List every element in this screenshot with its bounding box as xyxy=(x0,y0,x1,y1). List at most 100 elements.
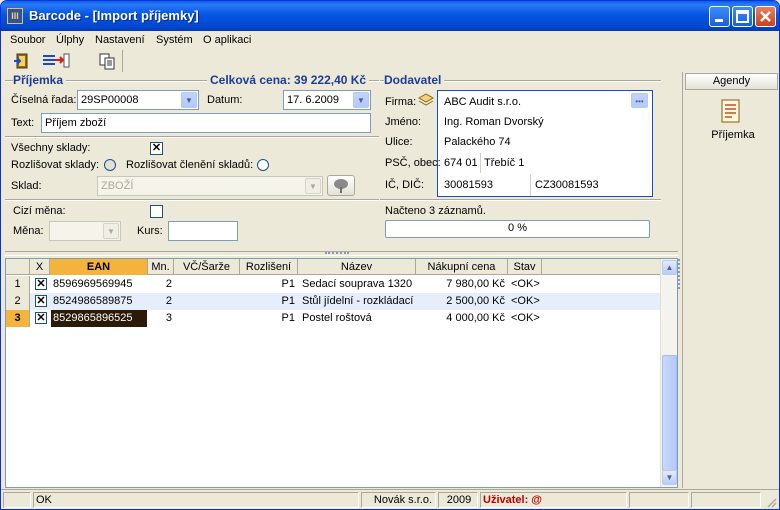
scroll-down-icon[interactable]: ▼ xyxy=(662,470,677,485)
currency-label: Měna: xyxy=(13,225,44,237)
ico-dic-label: IČ, DIČ: xyxy=(385,179,425,191)
main-window: III Barcode - [Import příjemky] Soubor Ú… xyxy=(0,0,780,510)
text-label: Text: xyxy=(11,117,35,129)
grid-col-batch[interactable]: VČ/Šarže xyxy=(174,259,240,275)
supplier-group: Dodavatel Firma: ABC Audit s.r.o. ••• Jm… xyxy=(380,73,661,199)
divider xyxy=(380,199,661,201)
row-qty: 2 xyxy=(165,278,172,290)
menu-bar: Soubor Úlphy Nastavení Systém O aplikaci xyxy=(1,31,779,49)
table-row[interactable]: 1 ✕ 8596969569945 2 P1 Sedací souprava 1… xyxy=(6,276,661,293)
date-picker[interactable]: 17. 6.2009 ▼ xyxy=(283,90,371,110)
chevron-down-icon[interactable]: ▼ xyxy=(103,223,119,239)
window-title: Barcode - [Import příjemky] xyxy=(29,8,199,23)
table-row[interactable]: 3 ✕ 8529865896525 3 P1 Postel roštová 4 … xyxy=(6,310,661,327)
warehouse-filter-button[interactable] xyxy=(327,175,355,196)
row-name: Stůl jídelní - rozkládací xyxy=(302,295,414,307)
foreign-currency-checkbox[interactable] xyxy=(150,205,163,218)
grid-col-ean[interactable]: EAN xyxy=(50,259,148,275)
scroll-thumb[interactable] xyxy=(662,355,677,471)
zip-city-label: PSČ, obec: xyxy=(385,157,441,169)
agenda-header[interactable]: Agendy xyxy=(685,73,778,90)
close-button[interactable] xyxy=(755,6,776,27)
progress-message: Načteno 3 záznamů. xyxy=(385,205,486,217)
row-ean: 8524986589875 xyxy=(53,295,133,307)
menu-ulohy[interactable]: Úlphy xyxy=(56,34,84,46)
divider xyxy=(5,136,379,138)
barcode-app-icon[interactable]: III xyxy=(7,8,23,24)
firm-value[interactable]: ABC Audit s.r.o. xyxy=(444,96,521,108)
name-label: Jméno: xyxy=(385,116,422,128)
warehouse-label: Sklad: xyxy=(11,180,42,192)
agenda-item-label: Příjemka xyxy=(711,129,755,141)
minimize-button[interactable] xyxy=(709,6,730,27)
agenda-item-prijemka[interactable]: Příjemka xyxy=(698,98,768,148)
row-name: Postel roštová xyxy=(302,312,372,324)
rate-label: Kurs: xyxy=(137,225,163,237)
menu-nastaveni[interactable]: Nastavení xyxy=(95,34,145,46)
row-ean[interactable]: 8529865896525 xyxy=(51,310,147,327)
supplier-group-title: Dodavatel xyxy=(384,73,445,87)
street-label: Ulice: xyxy=(385,136,413,148)
grid-col-name[interactable]: Název xyxy=(298,259,416,275)
row-price: 7 980,00 Kč xyxy=(446,278,505,290)
table-row[interactable]: 2 ✕ 8524986589875 2 P1 Stůl jídelní - ro… xyxy=(6,293,661,310)
row-checkbox[interactable]: ✕ xyxy=(35,295,47,307)
row-checkbox[interactable]: ✕ xyxy=(35,278,47,290)
street-value: Palackého 74 xyxy=(444,136,511,148)
splitter[interactable] xyxy=(5,251,678,256)
more-icon: ••• xyxy=(635,97,644,106)
splitter-grip-icon xyxy=(325,252,349,255)
menu-o-aplikaci[interactable]: O aplikaci xyxy=(203,34,251,46)
date-label: Datum: xyxy=(207,94,243,106)
ico-value: 30081593 xyxy=(444,179,493,191)
close-icon xyxy=(760,11,771,22)
menu-system[interactable]: Systém xyxy=(156,34,193,46)
all-warehouses-label: Všechny sklady: xyxy=(11,142,91,154)
distinguish-division-radio[interactable] xyxy=(257,159,269,171)
firm-select-button[interactable]: ••• xyxy=(631,93,648,108)
exit-icon xyxy=(14,53,28,69)
row-checkbox[interactable]: ✕ xyxy=(35,312,47,324)
chevron-down-icon[interactable]: ▼ xyxy=(181,92,197,108)
row-state: <OK> xyxy=(511,278,540,290)
firm-lookup-icon[interactable] xyxy=(417,92,435,111)
all-warehouses-checkbox[interactable]: ✕ xyxy=(150,142,163,155)
receipt-group-title: Příjemka xyxy=(13,73,67,87)
maximize-icon xyxy=(736,10,749,23)
distinguish-warehouses-radio[interactable] xyxy=(104,159,116,171)
items-grid[interactable]: X EAN Mn. VČ/Šarže Rozlišení Název Nákup… xyxy=(5,258,678,488)
grid-header: X EAN Mn. VČ/Šarže Rozlišení Název Nákup… xyxy=(6,259,661,275)
dic-value: CZ30081593 xyxy=(535,179,599,191)
warehouse-select[interactable]: ZBOŽÍ ▼ xyxy=(97,176,323,196)
row-dist: P1 xyxy=(281,278,295,290)
pane-grip-icon[interactable] xyxy=(678,259,682,289)
row-dist: P1 xyxy=(281,295,295,307)
resize-grip-icon[interactable] xyxy=(765,496,777,508)
number-series-select[interactable]: 29SP00008 ▼ xyxy=(77,90,199,110)
chevron-down-icon[interactable]: ▼ xyxy=(353,92,369,108)
city-value: Třebíč 1 xyxy=(484,157,525,169)
receipt-icon xyxy=(721,99,740,123)
scroll-up-icon[interactable]: ▲ xyxy=(662,260,677,275)
import-button[interactable] xyxy=(41,51,70,71)
copy-button[interactable] xyxy=(96,51,118,71)
maximize-button[interactable] xyxy=(732,6,753,27)
grid-scrollbar[interactable]: ▲ ▼ xyxy=(660,259,677,487)
distinguish-division-label: Rozlišovat členění skladů: xyxy=(126,159,254,171)
grid-col-dist[interactable]: Rozlišení xyxy=(240,259,298,275)
progress-bar: 0 % xyxy=(385,220,650,238)
rate-input[interactable] xyxy=(168,221,238,241)
grid-col-price[interactable]: Nákupní cena xyxy=(416,259,508,275)
row-state: <OK> xyxy=(511,295,540,307)
date-value: 17. 6.2009 xyxy=(287,94,339,106)
grid-col-state[interactable]: Stav xyxy=(508,259,542,275)
exit-button[interactable] xyxy=(11,51,33,71)
import-icon xyxy=(43,53,70,68)
title-bar[interactable]: III Barcode - [Import příjemky] xyxy=(1,1,779,31)
grid-col-qty[interactable]: Mn. xyxy=(148,259,174,275)
text-input[interactable]: Příjem zboží xyxy=(41,113,371,133)
chevron-down-icon[interactable]: ▼ xyxy=(305,178,321,194)
grid-col-x[interactable]: X xyxy=(30,259,50,275)
menu-soubor[interactable]: Soubor xyxy=(10,34,45,46)
currency-select[interactable]: ▼ xyxy=(49,221,121,241)
